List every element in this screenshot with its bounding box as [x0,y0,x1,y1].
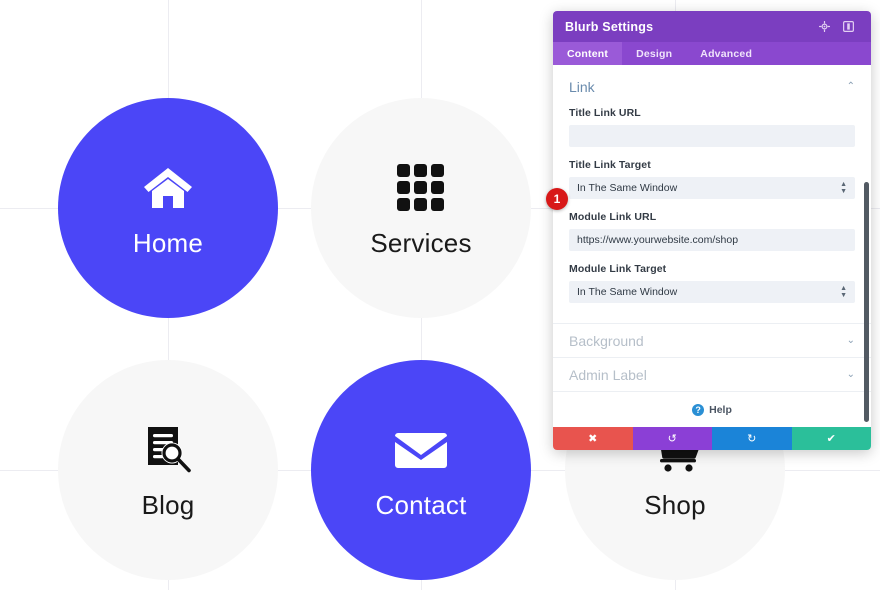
field-module-link-target: Module Link Target In The Same Window ▲ ▼ [569,263,855,303]
grid-icon [389,160,453,216]
blurb-label: Blog [141,490,195,520]
tab-design[interactable]: Design [622,42,686,65]
section-title: Background [569,332,644,349]
admin-label-section[interactable]: Admin Label ⌄ [553,357,871,391]
field-label: Title Link URL [569,107,641,119]
home-icon [136,160,200,216]
module-link-url-input[interactable] [569,229,855,251]
blurb-services[interactable]: Services [311,98,531,318]
select-value: In The Same Window [577,286,678,298]
field-title-link-url: Title Link URL [569,107,855,147]
field-label: Module Link URL [569,211,657,223]
title-link-url-input[interactable] [569,125,855,147]
help-label: Help [709,403,732,416]
module-link-target-select[interactable]: In The Same Window ▲ ▼ [569,281,855,303]
panel-title: Blurb Settings [565,19,654,34]
blurb-label: Shop [644,490,706,520]
field-label: Title Link Target [569,159,651,171]
chevron-down-icon: ⌄ [846,368,855,380]
blurb-home[interactable]: Home [58,98,278,318]
layout-toggle-icon[interactable] [837,16,859,38]
field-title-link-target: Title Link Target In The Same Window ▲ ▼ [569,159,855,199]
cancel-button[interactable]: ✖ [553,427,633,450]
section-title: Admin Label [569,366,647,383]
chevron-updown-icon: ▲ ▼ [840,181,847,195]
link-section: Link ⌃ Title Link URL Title Link Target … [553,65,871,323]
chevron-down-icon: ⌄ [846,334,855,346]
blurb-label: Contact [375,490,467,520]
blurb-blog[interactable]: Blog [58,360,278,580]
tab-advanced[interactable]: Advanced [686,42,766,65]
panel-action-bar: ✖ ↺ ↻ ✔ [553,427,871,450]
blurb-contact[interactable]: Contact [311,360,531,580]
panel-body: Link ⌃ Title Link URL Title Link Target … [553,65,871,427]
save-button[interactable]: ✔ [791,427,871,450]
blurb-label: Services [370,228,472,258]
fullscreen-icon[interactable] [813,16,835,38]
chevron-updown-icon: ▲ ▼ [840,285,847,299]
panel-tabs: Content Design Advanced [553,42,871,65]
help-icon: ? [692,403,705,416]
undo-button[interactable]: ↺ [632,427,712,450]
envelope-icon [389,422,453,478]
document-search-icon [136,422,200,478]
title-link-target-select[interactable]: In The Same Window ▲ ▼ [569,177,855,199]
field-module-link-url: Module Link URL [569,211,855,251]
section-title: Link [569,79,595,95]
tab-content[interactable]: Content [553,42,623,65]
background-section[interactable]: Background ⌄ [553,323,871,357]
blurb-settings-panel: Blurb Settings Content Design Advanced L… [553,11,871,450]
annotation-marker-1: 1 [546,188,568,210]
help-row[interactable]: ? Help [553,391,871,427]
panel-scrollbar[interactable] [864,182,869,422]
link-section-header[interactable]: Link ⌃ [569,79,855,95]
redo-button[interactable]: ↻ [712,427,792,450]
panel-header: Blurb Settings [553,11,871,42]
field-label: Module Link Target [569,263,667,275]
blurb-label: Home [132,228,204,258]
select-value: In The Same Window [577,182,678,194]
chevron-up-icon: ⌃ [846,81,855,92]
